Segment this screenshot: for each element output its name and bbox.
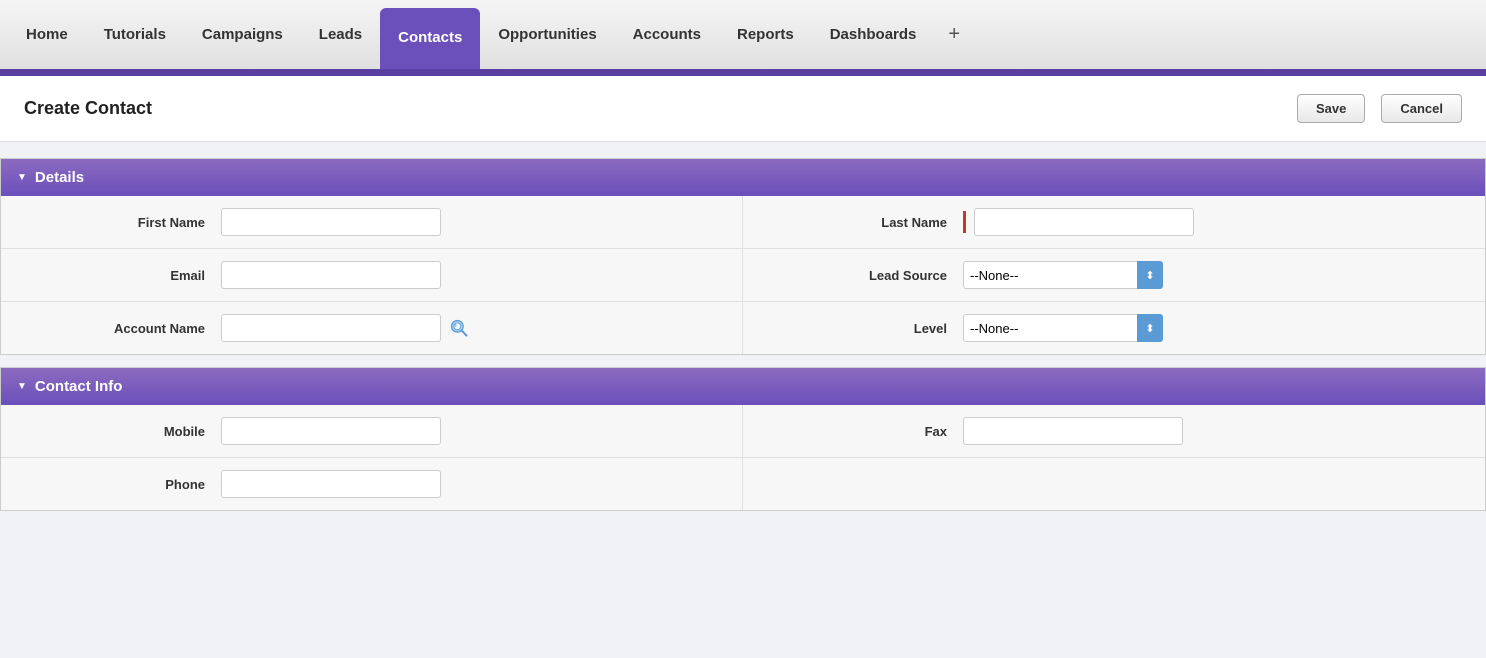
email-cell: Email xyxy=(1,249,743,301)
lead-source-label: Lead Source xyxy=(763,268,963,283)
fax-cell: Fax xyxy=(743,405,1485,457)
save-button[interactable]: Save xyxy=(1297,94,1365,123)
nav-reports[interactable]: Reports xyxy=(719,0,812,69)
search-lookup-icon xyxy=(449,318,469,338)
mobile-input-wrapper xyxy=(221,417,722,445)
required-indicator xyxy=(963,211,966,233)
contact-info-triangle-icon: ▼ xyxy=(17,381,27,392)
cancel-button[interactable]: Cancel xyxy=(1381,94,1462,123)
first-name-label: First Name xyxy=(21,215,221,230)
mobile-cell: Mobile xyxy=(1,405,743,457)
lead-source-input-wrapper: --None-- Cold Call Existing Customer Sel… xyxy=(963,261,1465,289)
nav-contacts[interactable]: Contacts xyxy=(380,8,480,69)
level-select-wrapper: --None-- Primary Secondary Tertiary ⬍ xyxy=(963,314,1163,342)
level-input-wrapper: --None-- Primary Secondary Tertiary ⬍ xyxy=(963,314,1465,342)
contact-info-row-mobile: Mobile Fax xyxy=(1,405,1485,458)
contact-info-section-body: Mobile Fax Phone xyxy=(1,405,1485,510)
last-name-input-wrapper xyxy=(963,208,1465,236)
account-name-lookup-button[interactable] xyxy=(447,316,471,340)
contact-info-section-title: Contact Info xyxy=(35,378,123,395)
page-title: Create Contact xyxy=(24,98,1281,119)
details-row-email: Email Lead Source --None-- Cold Call Exi… xyxy=(1,249,1485,302)
mobile-label: Mobile xyxy=(21,424,221,439)
page-header: Create Contact Save Cancel xyxy=(0,76,1486,142)
level-cell: Level --None-- Primary Secondary Tertiar… xyxy=(743,302,1485,354)
phone-input-wrapper xyxy=(221,470,722,498)
contact-info-row-phone: Phone xyxy=(1,458,1485,510)
level-select[interactable]: --None-- Primary Secondary Tertiary xyxy=(963,314,1163,342)
first-name-input[interactable] xyxy=(221,208,441,236)
phone-cell: Phone xyxy=(1,458,743,510)
details-section-title: Details xyxy=(35,169,84,186)
account-name-input-wrapper xyxy=(221,314,722,342)
nav-accounts[interactable]: Accounts xyxy=(615,0,719,69)
mobile-input[interactable] xyxy=(221,417,441,445)
details-row-name: First Name Last Name xyxy=(1,196,1485,249)
fax-input-wrapper xyxy=(963,417,1465,445)
contact-info-section-header[interactable]: ▼ Contact Info xyxy=(1,368,1485,405)
fax-label: Fax xyxy=(763,424,963,439)
nav-dashboards[interactable]: Dashboards xyxy=(812,0,935,69)
contact-info-section: ▼ Contact Info Mobile Fax xyxy=(0,367,1486,511)
fax-input[interactable] xyxy=(963,417,1183,445)
details-section: ▼ Details First Name Last Name xyxy=(0,158,1486,355)
account-name-label: Account Name xyxy=(21,321,221,336)
details-triangle-icon: ▼ xyxy=(17,172,27,183)
nav-campaigns[interactable]: Campaigns xyxy=(184,0,301,69)
nav-leads[interactable]: Leads xyxy=(301,0,380,69)
lead-source-cell: Lead Source --None-- Cold Call Existing … xyxy=(743,249,1485,301)
email-input-wrapper xyxy=(221,261,722,289)
details-row-account: Account Name xyxy=(1,302,1485,354)
account-name-cell: Account Name xyxy=(1,302,743,354)
lead-source-select[interactable]: --None-- Cold Call Existing Customer Sel… xyxy=(963,261,1163,289)
level-label: Level xyxy=(763,321,963,336)
email-label: Email xyxy=(21,268,221,283)
navbar: Home Tutorials Campaigns Leads Contacts … xyxy=(0,0,1486,72)
last-name-input[interactable] xyxy=(974,208,1194,236)
phone-input[interactable] xyxy=(221,470,441,498)
phone-right-empty-cell xyxy=(743,458,1485,510)
details-section-header[interactable]: ▼ Details xyxy=(1,159,1485,196)
account-name-input[interactable] xyxy=(221,314,441,342)
details-section-body: First Name Last Name Email xyxy=(1,196,1485,354)
email-input[interactable] xyxy=(221,261,441,289)
lead-source-select-wrapper: --None-- Cold Call Existing Customer Sel… xyxy=(963,261,1163,289)
phone-label: Phone xyxy=(21,477,221,492)
nav-home[interactable]: Home xyxy=(8,0,86,69)
last-name-label: Last Name xyxy=(763,215,963,230)
nav-opportunities[interactable]: Opportunities xyxy=(480,0,614,69)
last-name-cell: Last Name xyxy=(743,196,1485,248)
first-name-cell: First Name xyxy=(1,196,743,248)
main-content: Create Contact Save Cancel ▼ Details Fir… xyxy=(0,72,1486,658)
nav-tutorials[interactable]: Tutorials xyxy=(86,0,184,69)
first-name-input-wrapper xyxy=(221,208,722,236)
nav-add-button[interactable]: + xyxy=(934,0,974,69)
